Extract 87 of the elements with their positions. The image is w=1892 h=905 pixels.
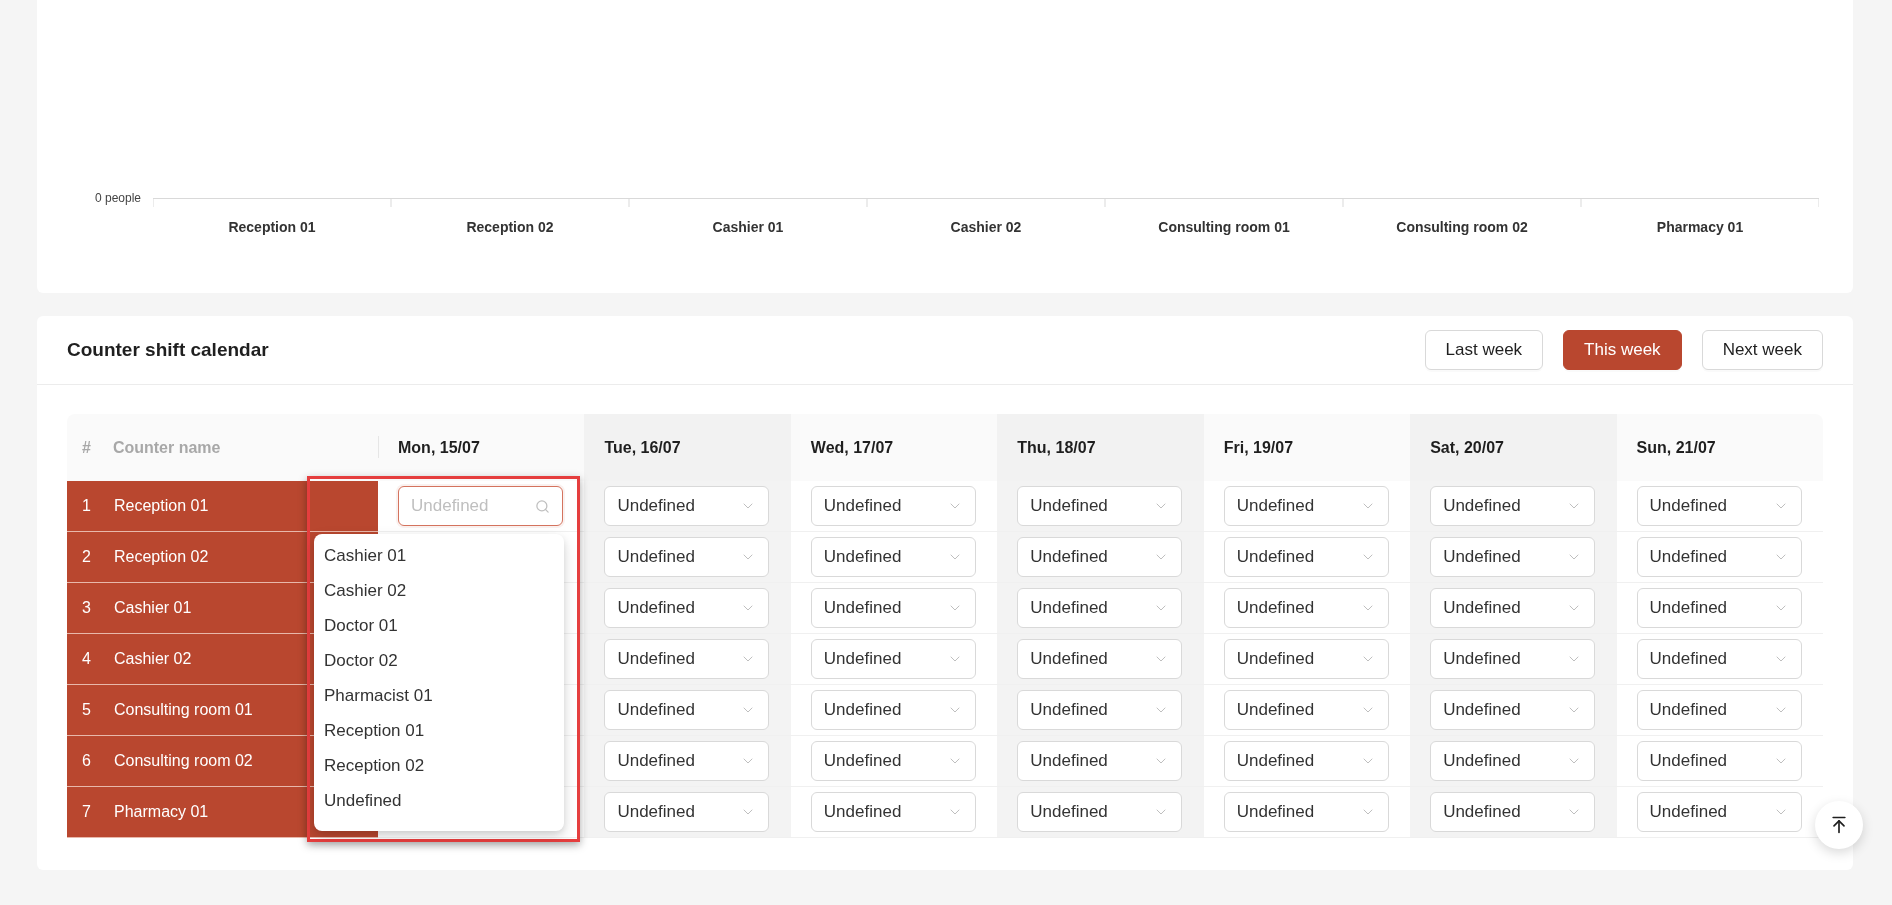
shift-select[interactable]: Undefined (1017, 486, 1183, 526)
shift-select[interactable]: Undefined (810, 741, 976, 781)
arrow-up-to-line-icon (1829, 815, 1849, 835)
shift-select[interactable]: Undefined (1636, 588, 1802, 628)
shift-select[interactable]: Undefined (604, 588, 770, 628)
shift-select[interactable]: Undefined (1430, 639, 1596, 679)
dropdown-option[interactable]: Cashier 02 (314, 573, 564, 608)
shift-select[interactable]: Undefined (1223, 537, 1389, 577)
column-header: Sun, 21/07 (1616, 414, 1823, 481)
week-button[interactable]: Last week (1424, 330, 1544, 370)
dropdown-option[interactable]: Reception 01 (314, 713, 564, 748)
column-header: Wed, 17/07 (790, 414, 998, 481)
column-header: Thu, 18/07 (997, 414, 1204, 481)
shift-select[interactable]: Undefined (1430, 792, 1596, 832)
column-header: Mon, 15/07 (378, 414, 585, 481)
axis-category-label: Consulting room 02 (1395, 219, 1529, 235)
shift-select[interactable]: Undefined (1017, 588, 1183, 628)
shift-select[interactable]: Undefined (1017, 792, 1183, 832)
search-icon (535, 498, 550, 514)
shift-select[interactable]: Undefined (1223, 486, 1389, 526)
shift-select[interactable]: Undefined (810, 690, 976, 730)
counter-name: Cashier 02 (114, 650, 192, 668)
row-number: 5 (82, 701, 92, 719)
row-number: 2 (82, 548, 92, 566)
shift-select[interactable]: Undefined (1223, 741, 1389, 781)
shift-select[interactable]: Undefined (1017, 690, 1183, 730)
axis-category-label: Pharmacy 01 (1655, 219, 1745, 235)
dropdown-option[interactable]: Undefined (314, 783, 564, 818)
column-header: Counter name (112, 438, 221, 457)
dropdown-option[interactable]: Cashier 01 (314, 538, 564, 573)
row-number: 1 (82, 497, 92, 515)
counter-name: Pharmacy 01 (114, 803, 209, 821)
shift-select[interactable]: Undefined (1636, 486, 1802, 526)
shift-select[interactable]: Undefined (1017, 537, 1183, 577)
shift-select[interactable]: Undefined (604, 690, 770, 730)
dropdown-option[interactable]: Doctor 02 (314, 643, 564, 678)
counter-name: Cashier 01 (114, 599, 192, 617)
shift-select[interactable]: Undefined (1223, 639, 1389, 679)
dropdown-option[interactable]: Doctor 01 (314, 608, 564, 643)
shift-select[interactable]: Undefined (1430, 690, 1596, 730)
counter-name: Reception 02 (114, 548, 209, 566)
axis-category-label: Consulting room 01 (1157, 219, 1291, 235)
shift-select[interactable]: Undefined (810, 537, 976, 577)
shift-select[interactable]: Undefined (1636, 741, 1802, 781)
column-header: Fri, 19/07 (1203, 414, 1411, 481)
shift-select[interactable]: Undefined (1430, 588, 1596, 628)
column-header: Sat, 20/07 (1410, 414, 1617, 481)
dropdown-option[interactable]: Reception 02 (314, 748, 564, 783)
shift-select[interactable]: Undefined (1017, 741, 1183, 781)
shift-select[interactable]: Undefined (1636, 690, 1802, 730)
counter-name: Reception 01 (114, 497, 209, 515)
shift-select[interactable]: Undefined (810, 792, 976, 832)
shift-select[interactable]: Undefined (1430, 537, 1596, 577)
week-button[interactable]: Next week (1701, 330, 1823, 370)
row-number: 3 (82, 599, 92, 617)
shift-select[interactable]: Undefined (604, 537, 770, 577)
column-header: # (82, 438, 91, 457)
shift-select[interactable]: Undefined (1223, 588, 1389, 628)
dropdown-option[interactable]: Pharmacist 01 (314, 678, 564, 713)
axis-tick-label: 0 people (93, 190, 141, 207)
counter-name: Consulting room 01 (114, 701, 253, 719)
counter-name: Consulting room 02 (114, 752, 253, 770)
axis-category-label: Cashier 01 (711, 219, 785, 235)
shift-select[interactable]: Undefined (604, 741, 770, 781)
week-button[interactable]: This week (1563, 330, 1682, 370)
shift-select[interactable]: Undefined (1430, 741, 1596, 781)
shift-select[interactable]: Undefined (810, 639, 976, 679)
shift-select[interactable]: Undefined (1430, 486, 1596, 526)
shift-select[interactable]: Undefined (810, 588, 976, 628)
shift-select[interactable]: Undefined (810, 486, 976, 526)
row-number: 7 (82, 803, 92, 821)
axis-category-label: Reception 01 (227, 219, 317, 235)
shift-select[interactable]: Undefined (1017, 639, 1183, 679)
row-number: 4 (82, 650, 92, 668)
axis-category-label: Cashier 02 (949, 219, 1023, 235)
shift-select[interactable]: Undefined (1636, 537, 1802, 577)
shift-select[interactable]: Undefined (604, 639, 770, 679)
column-header: Tue, 16/07 (584, 414, 791, 481)
shift-select[interactable]: Undefined (1223, 792, 1389, 832)
row-number: 6 (82, 752, 92, 770)
shift-select[interactable]: Undefined (1223, 690, 1389, 730)
section-title: Counter shift calendar (67, 339, 269, 361)
shift-select[interactable]: Undefined (1636, 639, 1802, 679)
shift-select[interactable]: Undefined (1636, 792, 1802, 832)
shift-select[interactable]: Undefined (604, 486, 770, 526)
shift-select[interactable]: Undefined (604, 792, 770, 832)
axis-category-label: Reception 02 (465, 219, 555, 235)
